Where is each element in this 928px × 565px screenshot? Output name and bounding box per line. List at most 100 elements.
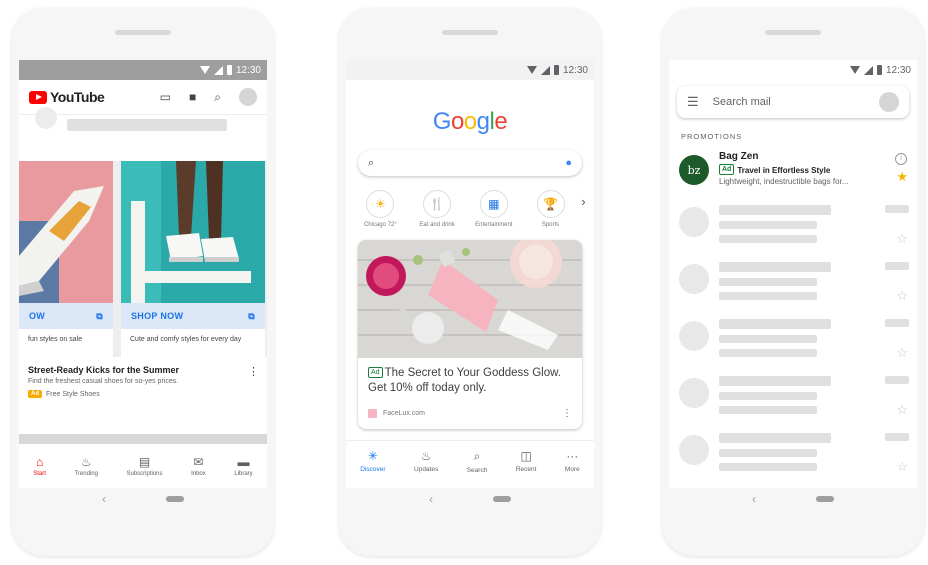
tab-search[interactable]: ⌕ Search bbox=[467, 449, 488, 474]
tab-trending[interactable]: ♨ Trending bbox=[74, 455, 97, 477]
cast-icon[interactable]: ▭ bbox=[160, 90, 171, 104]
star-outline-icon[interactable]: ☆ bbox=[896, 231, 908, 247]
avatar-placeholder bbox=[679, 435, 709, 465]
subscriptions-icon: ▤ bbox=[138, 455, 151, 469]
search-placeholder: Search mail bbox=[712, 96, 771, 108]
list-item[interactable]: ☆ bbox=[669, 372, 917, 429]
menu-icon[interactable]: ☰ bbox=[687, 94, 699, 110]
search-mail-input[interactable]: ☰ Search mail bbox=[677, 86, 909, 118]
ad-headline: The Secret to Your Goddess Glow. Get 10%… bbox=[368, 367, 561, 394]
shop-now-button[interactable]: OW ⧉ bbox=[19, 303, 113, 329]
tab-label: Search bbox=[466, 466, 488, 474]
shortcut-label: Entertainment bbox=[475, 222, 513, 228]
tab-updates[interactable]: ♨ Updates bbox=[414, 449, 438, 473]
updates-icon: ♨ bbox=[420, 449, 432, 463]
shortcut-label: Eat and drink bbox=[419, 222, 455, 228]
mic-icon[interactable]: ● bbox=[565, 157, 572, 169]
search-icon: ⌕ bbox=[368, 156, 375, 169]
star-outline-icon[interactable]: ☆ bbox=[896, 402, 908, 418]
google-logo: Google bbox=[346, 108, 594, 136]
avatar[interactable] bbox=[239, 88, 257, 106]
advertiser-name: Free Style Shoes bbox=[46, 390, 100, 398]
more-options-icon[interactable]: ⋮ bbox=[248, 365, 259, 378]
sender-avatar: bz bbox=[679, 155, 709, 185]
tab-more[interactable]: ··· More bbox=[565, 449, 580, 473]
tab-recent[interactable]: ◫ Recent bbox=[516, 449, 537, 473]
youtube-logo[interactable]: YouTube bbox=[29, 89, 105, 105]
avatar[interactable] bbox=[879, 92, 899, 112]
star-outline-icon[interactable]: ☆ bbox=[896, 345, 908, 361]
chevron-right-icon[interactable]: › bbox=[581, 194, 585, 209]
list-item[interactable]: ☆ bbox=[669, 315, 917, 372]
gmail-screen: 12:30 ☰ Search mail PROMOTIONS bz Bag Ze… bbox=[669, 60, 917, 510]
youtube-screen: 12:30 YouTube ▭ ■ ⌕ OW ⧉ fun styles on s… bbox=[19, 60, 267, 510]
tab-label: Discover bbox=[360, 466, 386, 473]
back-icon[interactable]: ‹ bbox=[102, 492, 106, 506]
phone-speaker bbox=[765, 30, 821, 35]
ad-badge: Ad bbox=[28, 390, 42, 398]
list-item[interactable]: ☆ bbox=[669, 429, 917, 486]
back-icon[interactable]: ‹ bbox=[752, 492, 756, 506]
tab-start[interactable]: ⌂ Start bbox=[33, 455, 46, 477]
system-navigation: ‹ bbox=[669, 488, 917, 510]
tab-discover[interactable]: ✳ Discover bbox=[360, 449, 385, 473]
list-item[interactable]: ☆ bbox=[669, 201, 917, 258]
carousel-card[interactable]: SHOP NOW ⧉ Cute and comfy styles for eve… bbox=[121, 161, 265, 357]
ad-title: Street-Ready Kicks for the Summer bbox=[28, 365, 180, 375]
ad-badge: Ad bbox=[719, 164, 735, 175]
logo-letter: e bbox=[494, 108, 508, 135]
ad-source: FaceLux.com ⋮ bbox=[358, 404, 582, 429]
tab-label: Library bbox=[234, 471, 253, 477]
phone-google: 12:30 Google ⌕ ● ☀ Chicago 72° 🍴 Eat and… bbox=[339, 8, 601, 556]
folder-icon: ▬ bbox=[237, 455, 250, 469]
product-image bbox=[121, 161, 265, 303]
avatar-placeholder bbox=[679, 264, 709, 294]
star-outline-icon[interactable]: ☆ bbox=[896, 288, 908, 304]
home-button[interactable] bbox=[166, 496, 184, 502]
shortcut-eat-drink[interactable]: 🍴 Eat and drink bbox=[411, 190, 463, 228]
site-favicon-icon bbox=[368, 409, 377, 418]
shop-now-label: SHOP NOW bbox=[131, 311, 184, 321]
wifi-icon bbox=[199, 66, 210, 74]
status-time: 12:30 bbox=[885, 64, 911, 76]
product-image bbox=[19, 161, 113, 303]
more-options-icon[interactable]: ⋮ bbox=[562, 408, 572, 419]
promo-ad-row[interactable]: bz Bag Zen Ad Travel in Effortless Style … bbox=[669, 151, 917, 201]
tab-inbox[interactable]: ✉ Inbox bbox=[191, 455, 206, 477]
ad-info[interactable]: Street-Ready Kicks for the Summer Find t… bbox=[19, 357, 267, 406]
camera-icon[interactable]: ■ bbox=[189, 90, 196, 104]
avatar-placeholder bbox=[679, 378, 709, 408]
star-outline-icon[interactable]: ☆ bbox=[896, 459, 908, 475]
back-icon[interactable]: ‹ bbox=[429, 492, 433, 506]
search-icon[interactable]: ⌕ bbox=[214, 90, 221, 105]
discover-ad-card[interactable]: Ad The Secret to Your Goddess Glow. Get 1… bbox=[358, 240, 582, 429]
search-input[interactable]: ⌕ ● bbox=[358, 150, 582, 176]
bottom-navigation: ⌂ Start ♨ Trending ▤ Subscriptions ✉ Inb… bbox=[19, 444, 267, 488]
tab-label: Recent bbox=[515, 466, 537, 473]
shortcuts: ☀ Chicago 72° 🍴 Eat and drink ▦ Entertai… bbox=[352, 190, 588, 228]
home-button[interactable] bbox=[816, 496, 834, 502]
weather-icon: ☀ bbox=[366, 190, 395, 218]
shortcut-weather[interactable]: ☀ Chicago 72° bbox=[354, 190, 406, 228]
star-icon[interactable]: ★ bbox=[896, 169, 908, 185]
section-header: PROMOTIONS bbox=[681, 132, 743, 141]
tab-label: Start bbox=[33, 471, 46, 477]
shortcut-sports[interactable]: 🏆 Sports bbox=[525, 190, 577, 228]
home-icon: ⌂ bbox=[35, 455, 44, 469]
avatar-placeholder bbox=[679, 207, 709, 237]
shortcut-entertainment[interactable]: ▦ Entertainment bbox=[468, 190, 520, 228]
inbox-icon: ✉ bbox=[193, 455, 204, 469]
info-icon[interactable]: i bbox=[895, 153, 907, 165]
logo-letter: o bbox=[450, 108, 464, 135]
status-bar: 12:30 bbox=[346, 60, 594, 80]
divider bbox=[19, 434, 267, 444]
tab-library[interactable]: ▬ Library bbox=[234, 455, 252, 477]
carousel-card[interactable]: OW ⧉ fun styles on sale bbox=[19, 161, 113, 357]
phone-youtube: 12:30 YouTube ▭ ■ ⌕ OW ⧉ fun styles on s… bbox=[12, 8, 274, 556]
phone-gmail: 12:30 ☰ Search mail PROMOTIONS bz Bag Ze… bbox=[662, 8, 924, 556]
home-button[interactable] bbox=[493, 496, 511, 502]
tab-label: More bbox=[564, 466, 580, 473]
shop-now-button[interactable]: SHOP NOW ⧉ bbox=[121, 303, 265, 329]
list-item[interactable]: ☆ bbox=[669, 258, 917, 315]
tab-subscriptions[interactable]: ▤ Subscriptions bbox=[127, 455, 163, 477]
